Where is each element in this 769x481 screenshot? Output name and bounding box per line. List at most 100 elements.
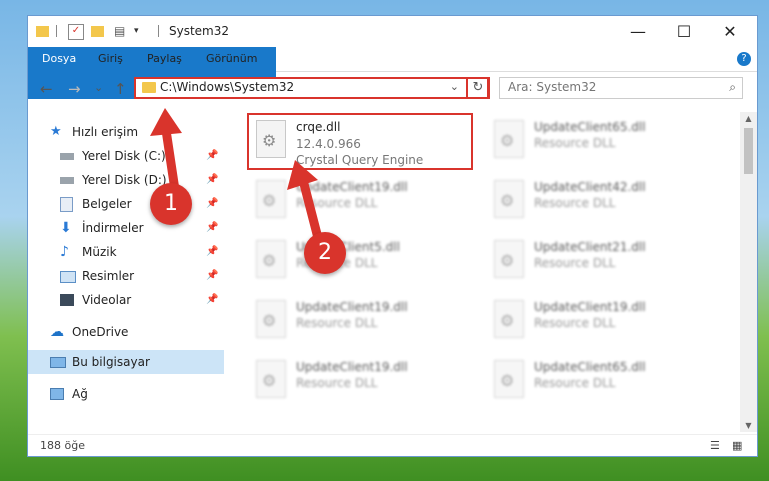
sidebar-item-onedrive[interactable]: ☁ OneDrive <box>28 320 224 344</box>
file-item[interactable]: ⚙ UpdateClient19.dll Resource DLL <box>248 356 468 408</box>
pin-icon[interactable]: 📌 <box>206 192 218 216</box>
file-item[interactable]: ⚙ UpdateClient65.dll Resource DLL <box>486 356 706 408</box>
sidebar-item-label: Belgeler <box>82 197 132 211</box>
gear-icon: ⚙ <box>262 311 277 330</box>
gear-icon: ⚙ <box>500 371 515 390</box>
cloud-icon: ☁ <box>50 324 64 340</box>
dll-file-icon: ⚙ <box>256 180 286 218</box>
sidebar-item-music[interactable]: ♪ Müzik 📌 <box>28 240 224 264</box>
vertical-scrollbar[interactable]: ▲ ▼ <box>740 112 757 432</box>
refresh-button[interactable]: ↻ <box>466 77 490 99</box>
sidebar-item-pictures[interactable]: Resimler 📌 <box>28 264 224 288</box>
address-bar[interactable]: C:\Windows\System32 ⌄ <box>134 77 489 99</box>
search-input[interactable] <box>508 80 708 94</box>
details-view-icon[interactable]: ☰ <box>710 439 724 452</box>
scroll-up-icon[interactable]: ▲ <box>740 114 757 123</box>
file-description: Resource DLL <box>534 376 616 390</box>
pin-icon[interactable]: 📌 <box>206 216 218 240</box>
navigation-pane: ★ Hızlı erişim Yerel Disk (C:) 📌 Yerel D… <box>28 112 224 432</box>
sidebar-item-disk-d[interactable]: Yerel Disk (D:) 📌 <box>28 168 224 192</box>
computer-icon <box>50 357 66 368</box>
folder-icon <box>142 82 156 93</box>
file-name: UpdateClient21.dll <box>534 240 646 254</box>
file-description: Resource DLL <box>534 256 616 270</box>
documents-icon <box>60 197 73 212</box>
file-name: UpdateClient65.dll <box>534 120 646 134</box>
dll-file-icon: ⚙ <box>256 240 286 278</box>
file-name: UpdateClient19.dll <box>296 300 408 314</box>
large-icons-view-icon[interactable]: ▦ <box>732 439 746 452</box>
chevron-down-icon[interactable]: ⌄ <box>450 80 459 93</box>
pin-icon[interactable]: 📌 <box>206 168 218 192</box>
new-folder-icon[interactable] <box>91 26 104 37</box>
status-bar: 188 öğe ☰ ▦ <box>28 434 757 457</box>
search-icon[interactable]: ⌕ <box>729 80 736 95</box>
forward-button[interactable]: → <box>68 80 81 98</box>
file-item[interactable]: ⚙ UpdateClient5.dll Resource DLL <box>248 236 468 288</box>
file-description: Resource DLL <box>534 196 616 210</box>
gear-icon: ⚙ <box>262 371 277 390</box>
dll-file-icon: ⚙ <box>494 360 524 398</box>
sidebar-item-disk-c[interactable]: Yerel Disk (C:) 📌 <box>28 144 224 168</box>
file-item[interactable]: ⚙ UpdateClient19.dll Resource DLL <box>248 296 468 348</box>
file-name: UpdateClient65.dll <box>534 360 646 374</box>
back-button[interactable]: ← <box>40 80 53 98</box>
dll-file-icon: ⚙ <box>494 240 524 278</box>
dll-file-icon: ⚙ <box>494 300 524 338</box>
divider <box>158 25 159 37</box>
file-description: Resource DLL <box>534 136 616 150</box>
sidebar-item-network[interactable]: Ağ <box>28 382 224 406</box>
file-item[interactable]: ⚙ UpdateClient65.dll Resource DLL <box>486 116 706 168</box>
scroll-thumb[interactable] <box>744 128 753 174</box>
item-count: 188 öğe <box>40 439 85 452</box>
sidebar-item-label: Yerel Disk (D:) <box>82 173 167 187</box>
pin-icon[interactable]: 📌 <box>206 288 218 312</box>
search-box[interactable]: ⌕ <box>499 77 743 99</box>
file-description: Resource DLL <box>296 376 378 390</box>
sidebar-item-label: İndirmeler <box>82 221 144 235</box>
close-button[interactable]: ✕ <box>707 16 753 47</box>
pin-icon[interactable]: 📌 <box>206 264 218 288</box>
file-item[interactable]: ⚙ UpdateClient21.dll Resource DLL <box>486 236 706 288</box>
gear-icon: ⚙ <box>262 251 277 270</box>
help-icon[interactable]: ? <box>737 52 751 66</box>
sidebar-item-label: Müzik <box>82 245 117 259</box>
step-badge-1: 1 <box>150 183 192 225</box>
pin-icon[interactable]: 📌 <box>206 240 218 264</box>
sidebar-item-label: Yerel Disk (C:) <box>82 149 166 163</box>
address-path: C:\Windows\System32 <box>160 80 295 94</box>
sidebar-item-downloads[interactable]: ⬇ İndirmeler 📌 <box>28 216 224 240</box>
file-item[interactable]: ⚙ UpdateClient42.dll Resource DLL <box>486 176 706 228</box>
tab-home[interactable]: Giriş <box>86 47 135 71</box>
gear-icon: ⚙ <box>500 311 515 330</box>
dll-file-icon: ⚙ <box>494 180 524 218</box>
window-title: System32 <box>169 24 230 38</box>
pin-icon[interactable]: 📌 <box>206 144 218 168</box>
file-name: UpdateClient19.dll <box>296 180 408 194</box>
file-description: Resource DLL <box>296 316 378 330</box>
file-item[interactable]: ⚙ UpdateClient19.dll Resource DLL <box>248 176 468 228</box>
file-description: Resource DLL <box>534 316 616 330</box>
customize-icon[interactable]: ▤ <box>114 24 128 38</box>
dll-file-icon: ⚙ <box>256 360 286 398</box>
sidebar-item-documents[interactable]: Belgeler 📌 <box>28 192 224 216</box>
tab-view[interactable]: Görünüm <box>194 47 269 71</box>
chevron-down-icon[interactable]: ▾ <box>134 26 148 40</box>
folder-icon[interactable] <box>36 26 49 37</box>
maximize-button[interactable]: ☐ <box>661 16 707 47</box>
file-item[interactable]: ⚙ UpdateClient19.dll Resource DLL <box>486 296 706 348</box>
minimize-button[interactable]: — <box>615 16 661 47</box>
file-name: UpdateClient19.dll <box>296 360 408 374</box>
tab-share[interactable]: Paylaş <box>135 47 194 71</box>
music-icon: ♪ <box>60 244 69 260</box>
properties-icon[interactable]: ✓ <box>68 24 84 40</box>
sidebar-item-label: Ağ <box>72 387 88 401</box>
sidebar-item-videos[interactable]: Videolar 📌 <box>28 288 224 312</box>
file-description: Resource DLL <box>296 196 378 210</box>
sidebar-item-quick-access[interactable]: ★ Hızlı erişim <box>28 120 224 144</box>
scroll-down-icon[interactable]: ▼ <box>740 421 757 430</box>
recent-locations-button[interactable]: ⌄ <box>94 81 103 94</box>
gear-icon: ⚙ <box>262 191 277 210</box>
sidebar-item-this-pc[interactable]: Bu bilgisayar <box>28 350 224 374</box>
up-button[interactable]: ↑ <box>114 80 127 98</box>
